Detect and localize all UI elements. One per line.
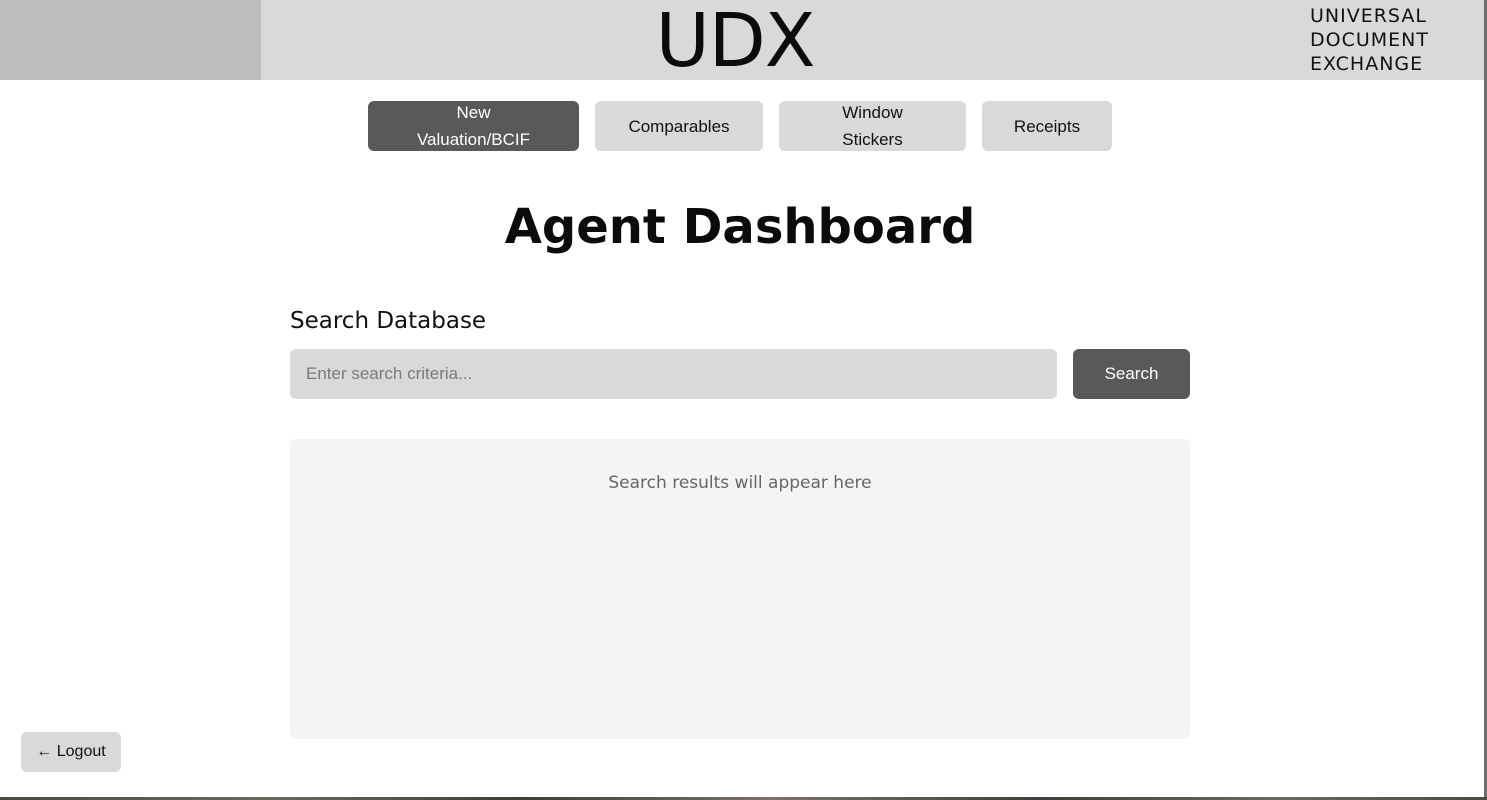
header-left-block — [0, 0, 261, 80]
results-placeholder: Search results will appear here — [608, 473, 872, 493]
window-stickers-button[interactable]: Window Stickers — [779, 101, 966, 151]
app-window: UDX UNIVERSAL DOCUMENT EXCHANGE New Valu… — [0, 0, 1487, 800]
new-valuation-bcif-button[interactable]: New Valuation/BCIF — [368, 101, 579, 151]
new-valuation-bcif-label: New — [456, 103, 491, 122]
udx-logo: UDX — [655, 0, 816, 84]
header: UDX UNIVERSAL DOCUMENT EXCHANGE — [0, 0, 1484, 84]
tagline-line: UNIVERSAL — [1310, 5, 1427, 27]
main-nav: New Valuation/BCIF Comparables Window St… — [0, 101, 1484, 151]
new-valuation-bcif-label: Valuation/BCIF — [416, 130, 531, 149]
comparables-button[interactable]: Comparables — [595, 101, 763, 151]
search-input[interactable] — [290, 349, 1057, 399]
logout-button[interactable]: ← Logout — [21, 732, 121, 772]
page-title: Agent Dashboard — [504, 199, 976, 255]
search-button[interactable]: Search — [1073, 349, 1190, 399]
tagline: UNIVERSAL DOCUMENT EXCHANGE — [1310, 4, 1480, 76]
window-stickers-label: Window — [842, 103, 903, 122]
tagline-line: DOCUMENT — [1310, 29, 1429, 51]
receipts-button[interactable]: Receipts — [982, 101, 1112, 151]
search-database-heading: Search Database — [290, 308, 487, 334]
receipts-label: Receipts — [1013, 116, 1081, 136]
search-results-panel: Search results will appear here — [290, 439, 1190, 739]
tagline-line: EXCHANGE — [1310, 53, 1424, 75]
window-stickers-label: Stickers — [842, 130, 903, 149]
comparables-label: Comparables — [628, 116, 730, 136]
